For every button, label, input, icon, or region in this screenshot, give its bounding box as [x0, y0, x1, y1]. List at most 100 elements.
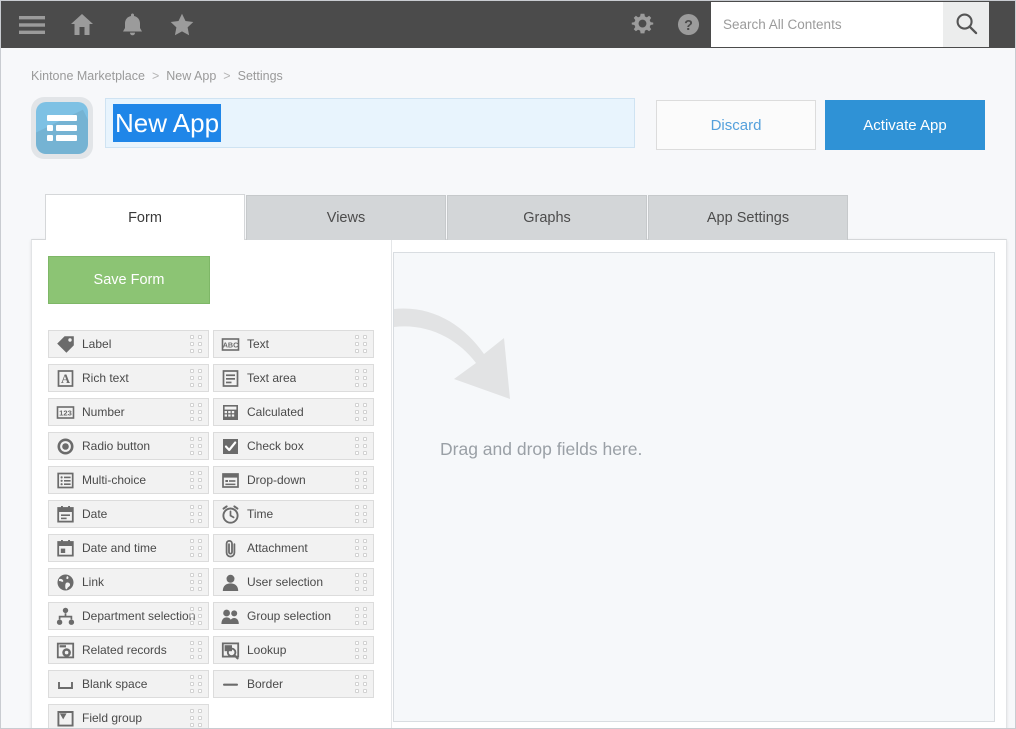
field-item-label: Border [247, 677, 283, 691]
tab-views[interactable]: Views [246, 195, 446, 240]
drag-handle-icon[interactable] [190, 641, 204, 661]
breadcrumb-item-new-app[interactable]: New App [166, 69, 216, 83]
field-item-label: Text area [247, 371, 296, 385]
drag-handle-icon[interactable] [355, 505, 369, 525]
drag-handle-icon[interactable] [355, 471, 369, 491]
tab-form[interactable]: Form [45, 194, 245, 240]
drag-handle-icon[interactable] [355, 403, 369, 423]
drag-handle-icon[interactable] [355, 539, 369, 559]
field-item-date-and-time[interactable]: Date and time [48, 534, 209, 562]
field-item-department-selection[interactable]: Department selection [48, 602, 209, 630]
drag-handle-icon[interactable] [190, 437, 204, 457]
home-icon[interactable] [59, 1, 105, 48]
field-item-text-area[interactable]: Text area [213, 364, 374, 392]
related-records-icon [56, 641, 75, 660]
field-item-calculated[interactable]: Calculated [213, 398, 374, 426]
field-item-label: Rich text [82, 371, 129, 385]
drag-handle-icon[interactable] [355, 335, 369, 355]
breadcrumb-item-settings[interactable]: Settings [238, 69, 283, 83]
curved-arrow-icon [393, 291, 537, 406]
field-item-label[interactable]: Label [48, 330, 209, 358]
drag-handle-icon[interactable] [190, 675, 204, 695]
field-item-field-group[interactable]: Field group [48, 704, 209, 729]
field-item-label: Calculated [247, 405, 304, 419]
drag-handle-icon[interactable] [190, 471, 204, 491]
search-button[interactable] [943, 2, 989, 47]
drag-handle-icon[interactable] [190, 539, 204, 559]
drag-handle-icon[interactable] [190, 403, 204, 423]
gear-icon[interactable] [619, 1, 665, 48]
help-icon[interactable]: ? [665, 1, 711, 48]
star-icon[interactable] [159, 1, 205, 48]
field-item-blank-space[interactable]: Blank space [48, 670, 209, 698]
field-item-label: Lookup [247, 643, 286, 657]
field-item-label: Date [82, 507, 107, 521]
calendar-icon [56, 505, 75, 524]
calendar-clock-icon [56, 539, 75, 558]
field-item-related-records[interactable]: Related records [48, 636, 209, 664]
drag-handle-icon[interactable] [355, 675, 369, 695]
form-editor-panel: Save Form LabelABCText A Rich text Text are… [31, 239, 1007, 729]
drag-handle-icon[interactable] [355, 573, 369, 593]
field-item-label: Time [247, 507, 273, 521]
drag-handle-icon[interactable] [355, 607, 369, 627]
field-item-label: Date and time [82, 541, 157, 555]
breadcrumb: Kintone Marketplace > New App > Settings [31, 69, 283, 83]
field-type-list: LabelABCText A Rich text Text area 123Number… [48, 330, 391, 729]
svg-text:ABC: ABC [223, 340, 239, 349]
field-item-number[interactable]: 123Number [48, 398, 209, 426]
app-icon-container[interactable] [31, 97, 93, 159]
field-item-label: Link [82, 575, 104, 589]
field-item-rich-text[interactable]: A Rich text [48, 364, 209, 392]
field-item-border[interactable]: Border [213, 670, 374, 698]
abc-icon: ABC [221, 335, 240, 354]
field-item-label: Department selection [82, 609, 195, 623]
search-icon [955, 12, 978, 38]
field-item-radio-button[interactable]: Radio button [48, 432, 209, 460]
letter-a-icon: A [56, 369, 75, 388]
drag-handle-icon[interactable] [190, 607, 204, 627]
activate-app-button[interactable]: Activate App [825, 100, 985, 150]
field-item-date[interactable]: Date [48, 500, 209, 528]
discard-button[interactable]: Discard [656, 100, 816, 150]
digits-123-icon: 123 [56, 403, 75, 422]
drag-handle-icon[interactable] [190, 369, 204, 389]
field-item-user-selection[interactable]: User selection [213, 568, 374, 596]
bell-icon[interactable] [109, 1, 155, 48]
hamburger-menu-icon[interactable] [9, 1, 55, 48]
drag-handle-icon[interactable] [190, 573, 204, 593]
field-item-label: Attachment [247, 541, 308, 555]
field-item-text[interactable]: ABCText [213, 330, 374, 358]
form-dropzone[interactable]: Drag and drop fields here. [393, 252, 995, 722]
field-item-multi-choice[interactable]: Multi-choice [48, 466, 209, 494]
save-form-button[interactable]: Save Form [48, 256, 210, 304]
field-item-link[interactable]: Link [48, 568, 209, 596]
dropzone-hint-text: Drag and drop fields here. [440, 439, 642, 460]
breadcrumb-item-marketplace[interactable]: Kintone Marketplace [31, 69, 145, 83]
field-item-label: Radio button [82, 439, 150, 453]
drag-handle-icon[interactable] [355, 437, 369, 457]
field-item-attachment[interactable]: Attachment [213, 534, 374, 562]
field-item-lookup[interactable]: Lookup [213, 636, 374, 664]
field-item-label: Group selection [247, 609, 331, 623]
field-item-time[interactable]: Time [213, 500, 374, 528]
svg-text:A: A [61, 372, 70, 386]
list-icon [56, 471, 75, 490]
drag-handle-icon[interactable] [355, 369, 369, 389]
drag-handle-icon[interactable] [355, 641, 369, 661]
breadcrumb-separator: > [152, 69, 159, 83]
tab-app-settings[interactable]: App Settings [648, 195, 848, 240]
tab-graphs[interactable]: Graphs [447, 195, 647, 240]
drag-handle-icon[interactable] [190, 505, 204, 525]
field-item-check-box[interactable]: Check box [213, 432, 374, 460]
app-title-input[interactable] [105, 98, 635, 148]
field-item-label: Check box [247, 439, 304, 453]
field-item-drop-down[interactable]: Drop-down [213, 466, 374, 494]
field-item-label: Field group [82, 711, 142, 725]
drag-handle-icon[interactable] [190, 709, 204, 729]
breadcrumb-separator: > [223, 69, 230, 83]
drag-handle-icon[interactable] [190, 335, 204, 355]
field-item-group-selection[interactable]: Group selection [213, 602, 374, 630]
field-item-label: Drop-down [247, 473, 306, 487]
search-input[interactable] [711, 2, 943, 47]
